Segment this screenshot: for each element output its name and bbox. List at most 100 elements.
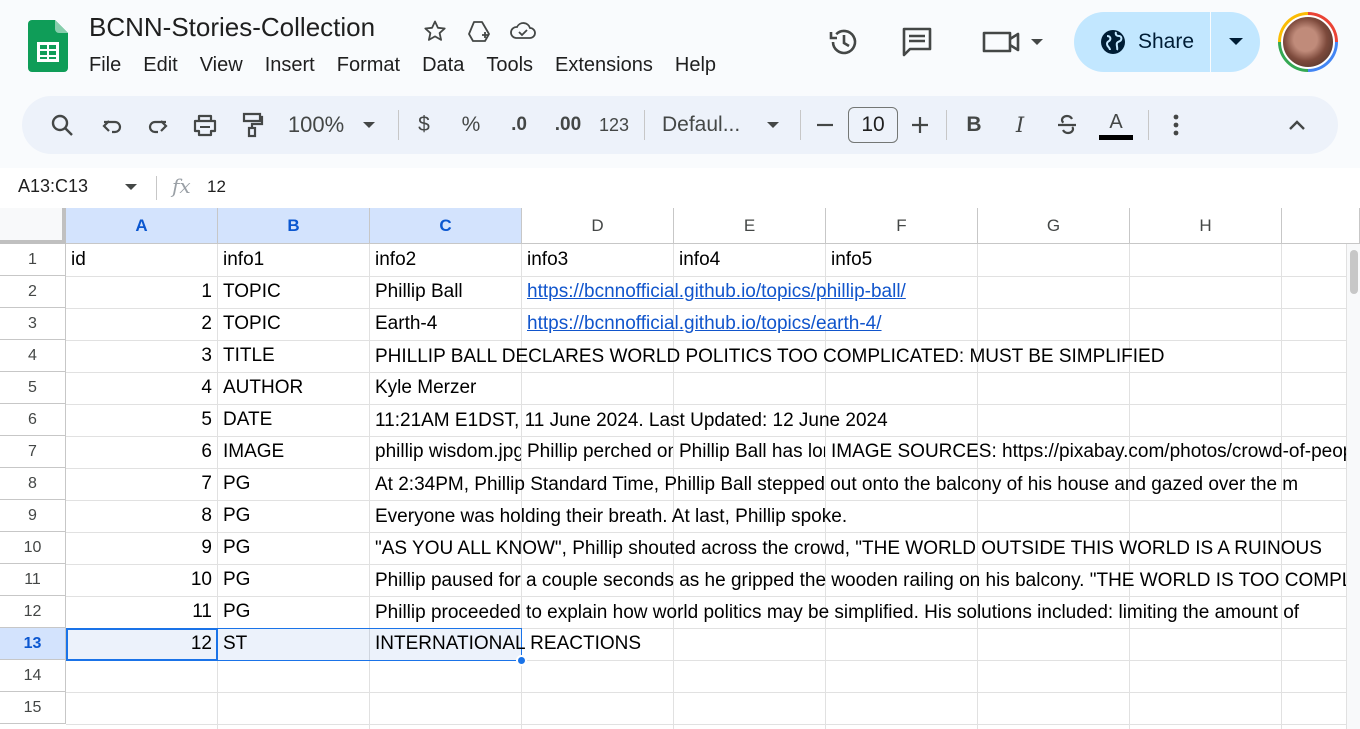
meet-icon[interactable]	[976, 12, 1046, 72]
cell-a8[interactable]: 7	[66, 468, 217, 500]
increase-font-size-icon[interactable]	[907, 96, 933, 154]
row-header-7[interactable]: 7	[0, 436, 66, 468]
cell-c3[interactable]: Earth-4	[370, 308, 521, 340]
cell-a5[interactable]: 4	[66, 372, 217, 404]
row-header-8[interactable]: 8	[0, 468, 66, 500]
zoom-dropdown-icon[interactable]	[356, 96, 382, 154]
font-dropdown-icon[interactable]	[760, 96, 786, 154]
cell-c10[interactable]: "AS YOU ALL KNOW", Phillip shouted acros…	[370, 533, 1346, 565]
cell-c8[interactable]: At 2:34PM, Phillip Standard Time, Philli…	[370, 469, 1346, 501]
zoom-value[interactable]: 100%	[284, 96, 348, 154]
row-header-6[interactable]: 6	[0, 404, 66, 436]
cell-a4[interactable]: 3	[66, 340, 217, 372]
menu-edit[interactable]: Edit	[132, 51, 188, 79]
cell-b9[interactable]: PG	[218, 500, 369, 532]
cell-b12[interactable]: PG	[218, 596, 369, 628]
cell-c7[interactable]: phillip wisdom.jpg	[370, 436, 521, 468]
italic-button[interactable]: I	[1006, 96, 1034, 154]
increase-decimal-button[interactable]: .00	[548, 96, 588, 154]
cell-f1[interactable]: info5	[826, 244, 977, 276]
menu-extensions[interactable]: Extensions	[544, 51, 664, 79]
cell-e7[interactable]: Phillip Ball has long	[674, 436, 825, 468]
more-formats-button[interactable]: 123	[596, 96, 632, 154]
font-family-select[interactable]: Defaul...	[662, 96, 754, 154]
cell-b10[interactable]: PG	[218, 532, 369, 564]
row-header-14[interactable]: 14	[0, 660, 66, 692]
version-history-icon[interactable]	[822, 12, 866, 72]
column-header-i[interactable]	[1282, 208, 1360, 244]
cell-c4[interactable]: PHILLIP BALL DECLARES WORLD POLITICS TOO…	[370, 341, 1346, 373]
cell-d7[interactable]: Phillip perched on his balcony	[522, 436, 673, 468]
cell-d1[interactable]: info3	[522, 244, 673, 276]
menu-help[interactable]: Help	[664, 51, 727, 79]
column-header-g[interactable]: G	[978, 208, 1130, 244]
share-main-button[interactable]: Share	[1074, 12, 1210, 72]
cell-e1[interactable]: info4	[674, 244, 825, 276]
cell-b1[interactable]: info1	[218, 244, 369, 276]
row-header-11[interactable]: 11	[0, 564, 66, 596]
menu-format[interactable]: Format	[326, 51, 411, 79]
cell-c12[interactable]: Phillip proceeded to explain how world p…	[370, 597, 1346, 629]
sheets-logo-icon[interactable]	[28, 20, 68, 72]
column-header-c[interactable]: C	[370, 208, 522, 244]
star-icon[interactable]	[420, 16, 450, 46]
row-header-9[interactable]: 9	[0, 500, 66, 532]
comments-icon[interactable]	[895, 12, 939, 72]
cell-c5[interactable]: Kyle Merzer	[370, 372, 521, 404]
decrease-font-size-icon[interactable]	[812, 96, 838, 154]
undo-icon[interactable]	[96, 96, 128, 154]
cell-c11[interactable]: Phillip paused for a couple seconds as h…	[370, 565, 1346, 597]
avatar[interactable]	[1278, 12, 1338, 72]
menu-file[interactable]: File	[78, 51, 132, 79]
row-header-5[interactable]: 5	[0, 372, 66, 404]
move-to-drive-icon[interactable]	[464, 16, 494, 46]
document-title[interactable]: BCNN-Stories-Collection	[89, 12, 375, 43]
row-header-4[interactable]: 4	[0, 340, 66, 372]
cell-a11[interactable]: 10	[66, 564, 217, 596]
redo-icon[interactable]	[142, 96, 174, 154]
vertical-scrollbar[interactable]	[1346, 244, 1360, 729]
cell-a7[interactable]: 6	[66, 436, 217, 468]
column-header-f[interactable]: F	[826, 208, 978, 244]
menu-tools[interactable]: Tools	[475, 51, 544, 79]
decrease-decimal-button[interactable]: .0	[502, 96, 536, 154]
cell-c13[interactable]: INTERNATIONAL REACTIONS	[370, 628, 770, 660]
cell-b3[interactable]: TOPIC	[218, 308, 369, 340]
strikethrough-icon[interactable]	[1052, 96, 1082, 154]
column-header-a[interactable]: A	[66, 208, 218, 244]
cell-b4[interactable]: TITLE	[218, 340, 369, 372]
search-menus-icon[interactable]	[46, 96, 78, 154]
share-options-dropdown[interactable]	[1211, 12, 1260, 72]
cell-b11[interactable]: PG	[218, 564, 369, 596]
row-header-3[interactable]: 3	[0, 308, 66, 340]
cell-b7[interactable]: IMAGE	[218, 436, 369, 468]
paint-format-icon[interactable]	[236, 96, 268, 154]
hide-menus-chevron-up-icon[interactable]	[1284, 96, 1310, 154]
formula-input[interactable]: 12	[207, 177, 226, 197]
cell-b5[interactable]: AUTHOR	[218, 372, 369, 404]
cell-b2[interactable]: TOPIC	[218, 276, 369, 308]
cell-a12[interactable]: 11	[66, 596, 217, 628]
cloud-saved-icon[interactable]	[508, 16, 538, 46]
cell-c2[interactable]: Phillip Ball	[370, 276, 521, 308]
currency-format-button[interactable]: $	[410, 96, 438, 154]
text-color-button[interactable]: A	[1098, 96, 1134, 154]
cell-a1[interactable]: id	[66, 244, 217, 276]
row-header-1[interactable]: 1	[0, 244, 66, 276]
menu-view[interactable]: View	[189, 51, 254, 79]
fill-handle[interactable]	[516, 655, 527, 666]
cell-b8[interactable]: PG	[218, 468, 369, 500]
cell-d2-link[interactable]: https://bcnnofficial.github.io/topics/ph…	[522, 276, 977, 308]
column-header-h[interactable]: H	[1130, 208, 1282, 244]
share-button[interactable]: Share	[1074, 12, 1260, 72]
cell-c6[interactable]: 11:21AM E1DST, 11 June 2024. Last Update…	[370, 405, 1130, 437]
font-size-input[interactable]: 10	[848, 107, 898, 143]
cell-a10[interactable]: 9	[66, 532, 217, 564]
row-header-10[interactable]: 10	[0, 532, 66, 564]
cell-a2[interactable]: 1	[66, 276, 217, 308]
row-header-15[interactable]: 15	[0, 692, 66, 724]
cell-b6[interactable]: DATE	[218, 404, 369, 436]
column-header-e[interactable]: E	[674, 208, 826, 244]
column-header-d[interactable]: D	[522, 208, 674, 244]
bold-button[interactable]: B	[960, 96, 988, 154]
